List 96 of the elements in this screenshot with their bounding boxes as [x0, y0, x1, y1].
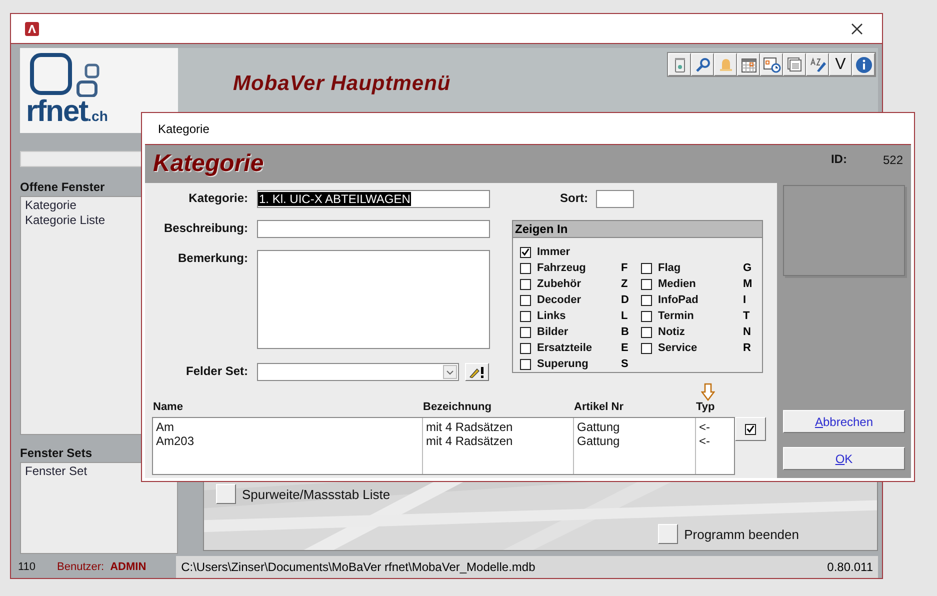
checkbox[interactable] — [520, 278, 531, 290]
checkbox-label: Fahrzeug — [537, 262, 587, 274]
checkbox[interactable] — [520, 326, 531, 338]
shortcut-letter: S — [621, 358, 630, 370]
shortcut-letter: I — [743, 294, 748, 306]
checkbox[interactable] — [520, 294, 531, 306]
shortcut-letter: B — [621, 326, 630, 338]
menu-button[interactable] — [658, 524, 678, 544]
shortcut-letter: T — [743, 310, 751, 322]
database-path: C:\Users\Zinser\Documents\MoBaVer rfnet\MobaVer_Modelle.mdb — [181, 560, 536, 574]
filter-toggle[interactable] — [735, 417, 766, 441]
search-icon[interactable] — [691, 53, 714, 76]
checkbox[interactable] — [520, 358, 531, 370]
field-label: Kategorie: — [188, 190, 248, 206]
edit-icon[interactable] — [465, 363, 489, 381]
memo-field[interactable] — [257, 250, 490, 349]
version-text: 0.80.011 — [827, 560, 873, 574]
column-header: Typ — [696, 401, 716, 415]
checkbox-label: Bilder — [537, 326, 570, 338]
checkbox-label: Immer — [537, 246, 572, 258]
table-cell-text: <- — [699, 420, 712, 434]
menu-label: Programm beenden — [684, 526, 799, 542]
calendar-clock-icon[interactable] — [760, 53, 783, 76]
checkbox[interactable] — [745, 424, 756, 434]
checkbox[interactable] — [520, 246, 531, 258]
table-cell-text: mit 4 Radsätzen — [426, 420, 514, 434]
down-arrow-icon — [701, 383, 715, 401]
main-menu-title: MobaVer Hauptmenü — [233, 72, 451, 96]
app-icon — [24, 20, 40, 36]
table-cell-text: mit 4 Radsätzen — [426, 434, 514, 448]
shortcut-letter: L — [621, 310, 629, 322]
record-count: 110 — [18, 561, 37, 573]
checkbox[interactable] — [641, 310, 652, 322]
id-label: ID: — [830, 152, 847, 166]
dialog-button[interactable]: OK — [783, 447, 905, 470]
checkbox-label: Superung — [537, 358, 590, 370]
group-title: Zeigen In — [513, 221, 762, 238]
bin-icon[interactable] — [668, 53, 691, 76]
shortcut-letter: F — [621, 262, 629, 274]
checkbox[interactable] — [520, 262, 531, 274]
checkbox-label: InfoPad — [658, 294, 700, 306]
table-cell-text: Am203 — [156, 434, 196, 448]
checkbox-label: Ersatzteile — [537, 342, 594, 354]
table-cell-text: Gattung — [577, 420, 621, 434]
checkbox[interactable] — [641, 342, 652, 354]
section-title: Offene Fenster — [20, 180, 106, 196]
spelling-pen-icon[interactable] — [806, 53, 829, 76]
shortcut-letter: N — [743, 326, 752, 338]
field-label: Beschreibung: — [162, 220, 248, 236]
shortcut-letter: E — [621, 342, 630, 354]
user-label: Benutzer: — [57, 561, 104, 573]
column-header: Bezeichnung — [423, 401, 492, 415]
checkbox[interactable] — [641, 326, 652, 338]
toolbar-button[interactable]: V — [829, 53, 852, 76]
id-value: 522 — [882, 153, 903, 167]
text-field[interactable]: 1. Kl. UIC-X ABTEILWAGEN — [257, 190, 490, 208]
menu-button[interactable] — [216, 484, 236, 504]
close-icon[interactable] — [851, 22, 863, 34]
table-cell-text: <- — [699, 434, 712, 448]
checkbox-label: Zubehör — [537, 278, 582, 290]
column-header: Name — [153, 401, 184, 415]
shortcut-letter: D — [621, 294, 630, 306]
user-name: ADMIN — [110, 561, 148, 573]
checkbox[interactable] — [520, 342, 531, 354]
table-cell-text: Am — [156, 420, 175, 434]
window-title: Kategorie — [158, 122, 210, 136]
form-title: Kategorie — [153, 150, 265, 178]
menu-label: Spurweite/Massstab Liste — [242, 486, 390, 502]
checkbox[interactable] — [641, 294, 652, 306]
shortcut-letter: M — [743, 278, 753, 290]
checkbox-label: Notiz — [658, 326, 686, 338]
checkbox[interactable] — [520, 310, 531, 322]
checkbox-label: Decoder — [537, 294, 582, 306]
sort-field[interactable] — [596, 190, 634, 208]
checkbox-label: Termin — [658, 310, 695, 322]
combo-box[interactable] — [257, 363, 459, 381]
checkbox-label: Service — [658, 342, 698, 354]
field-label: Felder Set: — [184, 363, 248, 379]
column-header: Artikel Nr — [574, 401, 625, 415]
shortcut-letter: G — [743, 262, 753, 274]
checkbox-label: Medien — [658, 278, 697, 290]
table-cell-text: Gattung — [577, 434, 621, 448]
pages-icon[interactable] — [783, 53, 806, 76]
field-label: Sort: — [559, 190, 588, 207]
dialog-button[interactable]: Abbrechen — [783, 410, 905, 433]
calendar-icon[interactable] — [737, 53, 760, 76]
shortcut-letter: Z — [621, 278, 629, 290]
checkbox-label: Links — [537, 310, 567, 322]
checkbox[interactable] — [641, 262, 652, 274]
text-field[interactable] — [257, 220, 490, 238]
checkbox[interactable] — [641, 278, 652, 290]
info-icon[interactable] — [852, 53, 875, 76]
field-label: Bemerkung: — [176, 250, 248, 266]
section-title: Fenster Sets — [20, 446, 94, 462]
checkbox-label: Flag — [658, 262, 682, 274]
shortcut-letter: R — [743, 342, 752, 354]
